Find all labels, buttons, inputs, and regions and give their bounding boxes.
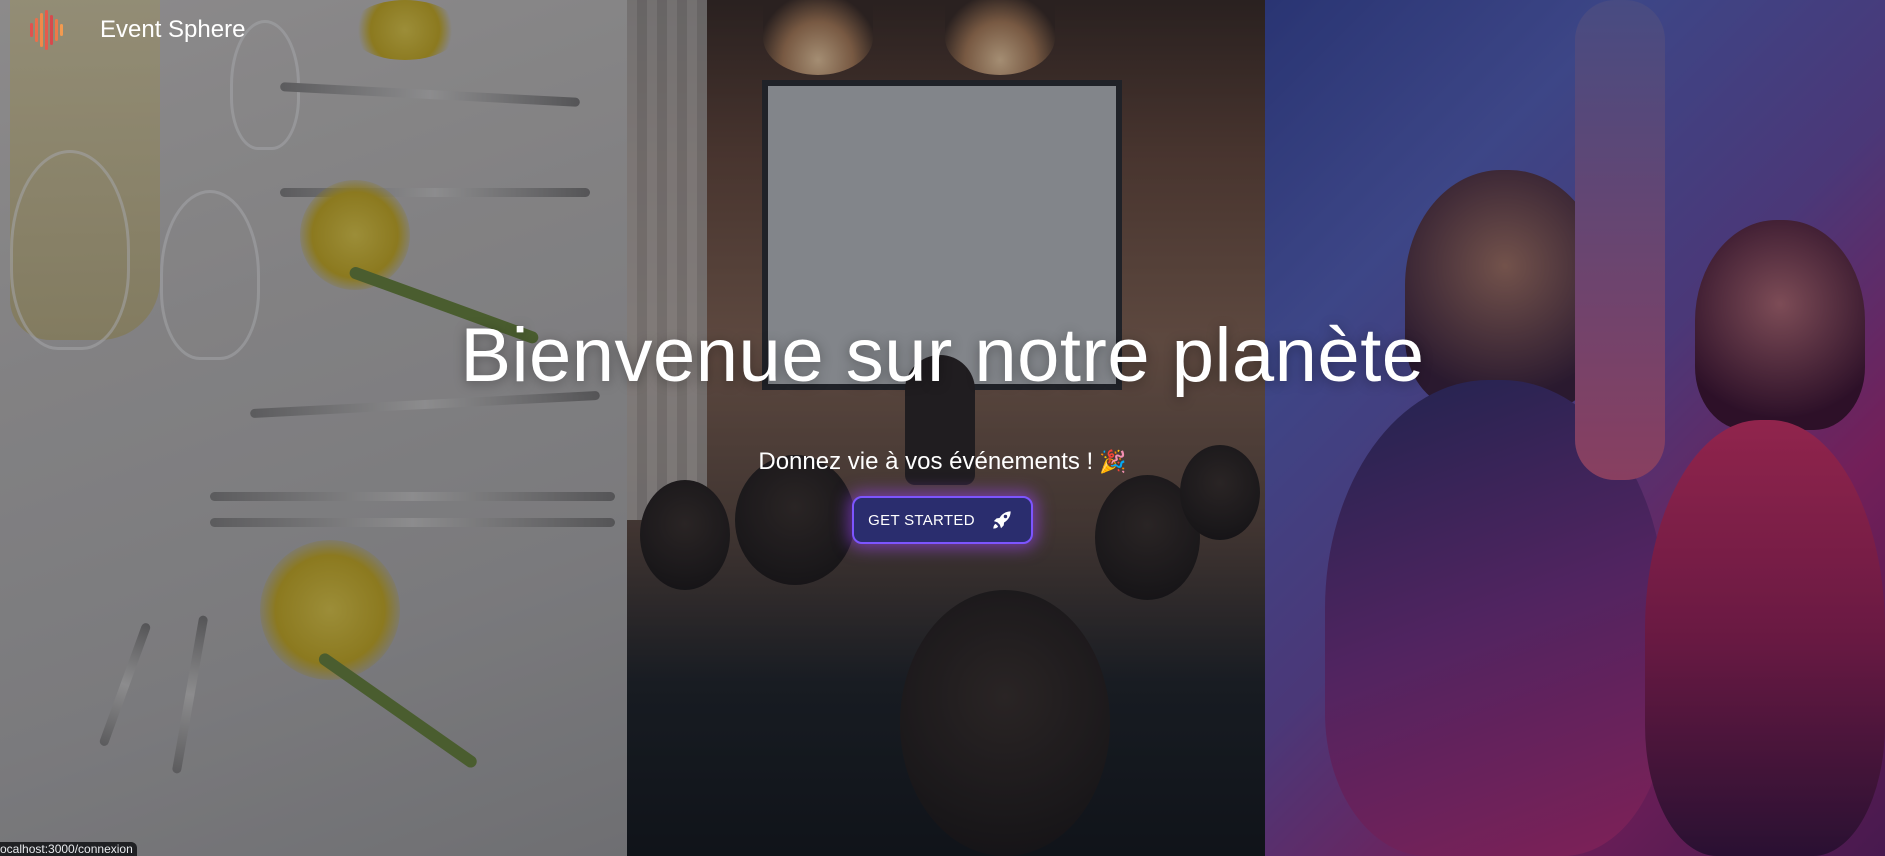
top-navbar: Event Sphere	[0, 0, 1885, 60]
link-preview-status: ocalhost:3000/connexion	[0, 842, 137, 856]
rocket-icon	[993, 511, 1011, 529]
logo-bar	[45, 10, 48, 50]
subtitle-text: Donnez vie à vos événements !	[758, 448, 1094, 475]
logo-bar	[55, 19, 58, 41]
hero-subtitle: Donnez vie à vos événements ! 🎉	[0, 448, 1885, 476]
hero-content: Bienvenue sur notre planète Donnez vie à…	[0, 318, 1885, 544]
logo-bar	[35, 18, 38, 42]
logo-bar	[40, 13, 43, 47]
get-started-button[interactable]: GET STARTED	[852, 496, 1033, 544]
logo-bar	[60, 24, 63, 36]
get-started-label: GET STARTED	[868, 511, 975, 529]
page-title: Bienvenue sur notre planète	[460, 313, 1425, 398]
logo-bar	[30, 23, 33, 37]
party-popper-icon: 🎉	[1099, 449, 1127, 474]
logo-bar	[50, 15, 53, 45]
brand-name[interactable]: Event Sphere	[100, 16, 245, 44]
sound-wave-icon[interactable]	[30, 10, 70, 50]
